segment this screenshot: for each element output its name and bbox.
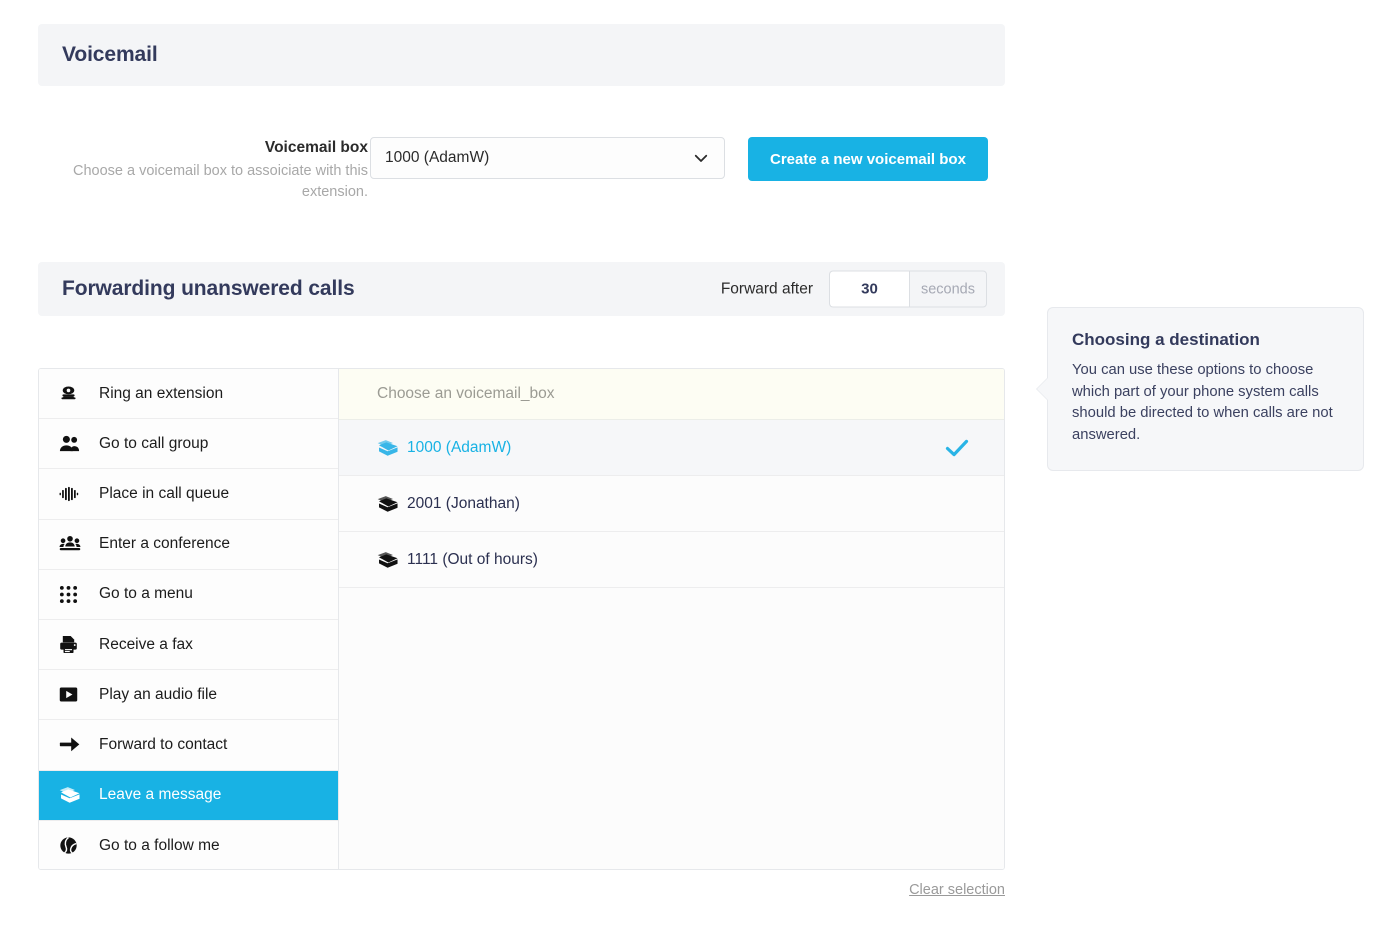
keypad-grid-icon: [59, 585, 85, 604]
forward-after-input-wrap: seconds: [829, 270, 987, 308]
tooltip-arrow: [1037, 378, 1048, 400]
envelopes-icon: [377, 439, 407, 457]
tooltip-title: Choosing a destination: [1072, 330, 1260, 349]
forward-after-unit-addon: seconds: [909, 270, 987, 308]
destination-item-label: Enter a conference: [99, 535, 230, 553]
forwarding-section-header: Forwarding unanswered calls Forward afte…: [38, 262, 1005, 316]
destination-type-list: Ring an extension Go to call group Place…: [39, 369, 339, 869]
detail-panel-empty-area: [339, 588, 1004, 869]
clear-selection-link[interactable]: Clear selection: [909, 882, 1005, 898]
choosing-a-destination-tooltip: Choosing a destination You can use these…: [1036, 307, 1364, 471]
voicemail-box-selected-value: 1000 (AdamW): [385, 149, 490, 166]
voicemail-option-label: 2001 (Jonathan): [407, 494, 520, 512]
destination-picker: Ring an extension Go to call group Place…: [38, 368, 1005, 870]
destination-item-enter-a-conference[interactable]: Enter a conference: [39, 519, 338, 570]
voicemail-option-row[interactable]: 1000 (AdamW): [339, 420, 1004, 476]
destination-item-label: Forward to contact: [99, 735, 228, 753]
signal-bars-icon: [59, 486, 85, 502]
chevron-down-icon: [692, 149, 710, 167]
destination-item-go-to-a-follow-me[interactable]: Go to a follow me: [39, 820, 338, 869]
forward-after-label: Forward after: [720, 280, 813, 297]
destination-item-place-in-call-queue[interactable]: Place in call queue: [39, 469, 338, 520]
globe-icon: [59, 836, 85, 855]
telephone-icon: [59, 384, 85, 403]
destination-item-leave-a-message[interactable]: Leave a message: [39, 770, 338, 821]
envelopes-icon: [377, 495, 407, 513]
users-icon: [59, 434, 85, 453]
voicemail-option-label: 1000 (AdamW): [407, 438, 512, 456]
envelopes-icon: [377, 551, 407, 569]
destination-item-go-to-a-menu[interactable]: Go to a menu: [39, 569, 338, 620]
fax-icon: [59, 635, 85, 654]
forward-after-input[interactable]: [829, 270, 909, 308]
voicemail-option-row[interactable]: 1111 (Out of hours): [339, 532, 1004, 588]
voicemail-box-help-text: Choose a voicemail box to assoiciate wit…: [73, 163, 368, 200]
envelopes-icon: [59, 786, 85, 804]
detail-panel-header: Choose an voicemail_box: [339, 369, 1004, 420]
destination-item-go-to-call-group[interactable]: Go to call group: [39, 419, 338, 470]
destination-item-label: Play an audio file: [99, 685, 218, 703]
destination-item-play-an-audio-file[interactable]: Play an audio file: [39, 670, 338, 721]
voicemail-box-label-column: Voicemail box Choose a voicemail box to …: [58, 128, 368, 203]
arrow-right-icon: [59, 736, 85, 753]
destination-item-label: Go to a follow me: [99, 836, 220, 854]
voicemail-option-row[interactable]: 2001 (Jonathan): [339, 476, 1004, 532]
clear-selection-row: Clear selection: [38, 882, 1005, 898]
forwarding-section-title: Forwarding unanswered calls: [62, 277, 355, 300]
voicemail-section-title: Voicemail: [62, 43, 158, 66]
tooltip-body: You can use these options to choose whic…: [1072, 362, 1333, 443]
create-voicemail-box-button[interactable]: Create a new voicemail box: [748, 137, 988, 181]
voicemail-section-header: Voicemail: [38, 24, 1005, 86]
destination-item-forward-to-contact[interactable]: Forward to contact: [39, 720, 338, 771]
destination-item-label: Receive a fax: [99, 635, 193, 653]
voicemail-box-select[interactable]: 1000 (AdamW): [370, 137, 725, 179]
destination-item-label: Ring an extension: [99, 384, 224, 402]
voicemail-option-label: 1111 (Out of hours): [407, 550, 538, 568]
forward-after-group: Forward after seconds: [720, 270, 987, 308]
check-icon: [944, 438, 970, 458]
destination-item-label: Go to call group: [99, 434, 209, 452]
destination-item-label: Leave a message: [99, 786, 222, 804]
destination-detail-panel: Choose an voicemail_box 1000 (AdamW) 200…: [339, 369, 1004, 869]
destination-item-receive-a-fax[interactable]: Receive a fax: [39, 619, 338, 671]
voicemail-settings-page: Voicemail Voicemail box Choose a voicema…: [0, 0, 1400, 927]
destination-item-ring-an-extension[interactable]: Ring an extension: [39, 369, 338, 420]
play-icon: [59, 685, 85, 704]
voicemail-box-field-row: Voicemail box Choose a voicemail box to …: [38, 128, 1005, 208]
destination-item-label: Place in call queue: [99, 484, 230, 502]
voicemail-box-label: Voicemail box: [264, 139, 368, 156]
destination-item-label: Go to a menu: [99, 585, 193, 603]
conference-icon: [59, 535, 85, 553]
